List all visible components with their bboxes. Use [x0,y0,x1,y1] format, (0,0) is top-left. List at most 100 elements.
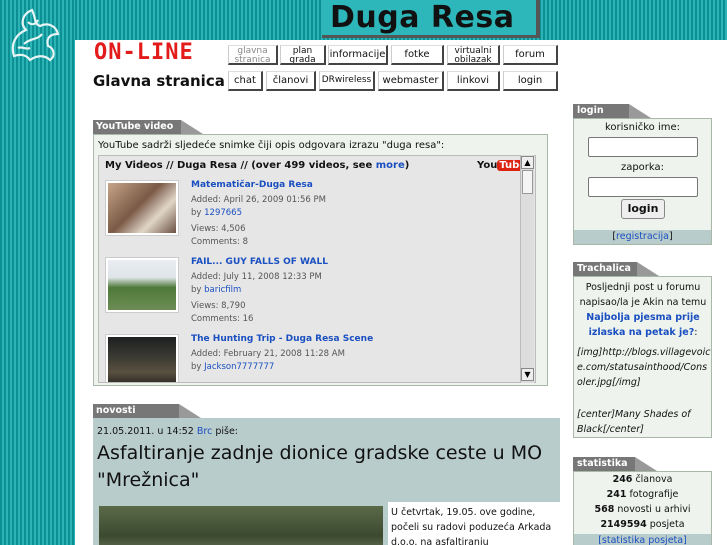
news-title[interactable]: Asfaltiranje zadnje dionice gradske cest… [97,440,552,494]
youtube-description: YouTube sadrži sljedeće snimke čiji opis… [98,140,445,151]
nav-informacije[interactable]: informacije [328,45,388,65]
stat-value: 246 [612,474,633,485]
video-title[interactable]: Matematičar-Duga Resa [191,180,313,190]
nav-fotke[interactable]: fotke [391,45,444,65]
video-added: Added: April 26, 2009 01:56 PM [191,195,326,205]
nav-chat[interactable]: chat [228,71,263,91]
news-image [99,506,383,545]
author-link[interactable]: Jackson7777777 [204,362,274,372]
trachalica-body-center: [center]Many Shades of Black[/center] [577,409,691,435]
trachalica-body-img: [img]http://blogs.villagevoice.com/statu… [577,347,711,388]
register-bar: [registracija] [574,230,711,244]
scroll-down-icon[interactable]: ▼ [521,368,534,381]
stat-photos: 241 fotografije [574,489,711,500]
trachalica-panel: Posljednji post u forumu napisao/la je A… [573,276,712,438]
statistika-tab: statistika [573,457,657,471]
video-views: Views: 8,790 [191,301,246,311]
nav-virtualni-obilazak[interactable]: virtualni obilazak [447,45,500,65]
video-item: The Hunting Trip - Duga Resa Scene Added… [99,334,519,382]
by-prefix: by [191,208,205,218]
password-input[interactable] [588,177,698,197]
nav-linkovi[interactable]: linkovi [447,71,500,91]
video-author: by Jackson7777777 [191,362,274,372]
username-label: korisničko ime: [604,122,681,133]
login-panel: korisničko ime: zaporka: login [registra… [573,118,712,245]
stat-value: 568 [594,504,615,515]
video-thumbnail[interactable] [105,180,179,236]
stat-news: 568 novosti u arhivi [574,504,711,515]
stat-value: 2149594 [600,519,647,530]
video-added: Added: February 21, 2008 11:28 AM [191,349,345,359]
youtube-panel: YouTube sadrži sljedeće snimke čiji opis… [93,134,548,386]
header-prefix: My Videos // Duga Resa // (over 499 vide… [105,160,376,171]
video-added: Added: July 11, 2008 12:33 PM [191,272,322,282]
password-label: zaporka: [620,162,665,173]
author-link[interactable]: 1297665 [204,208,242,218]
nav-label: obilazak [454,55,492,65]
news-tab: novosti [93,404,201,418]
scroll-thumb[interactable] [522,170,533,194]
stat-members: 246 članova [574,474,711,485]
video-author: by baricfilm [191,285,241,295]
nav-webmaster[interactable]: webmaster [378,71,444,91]
nav-drwireless[interactable]: DRwireless [319,71,375,91]
statistika-panel: 246 članova 241 fotografije 568 novosti … [573,471,712,545]
video-item: Matematičar-Duga Resa Added: April 26, 2… [99,180,519,256]
youtube-scrollbar[interactable]: ▲ ▼ [520,155,534,383]
login-button[interactable]: login [621,199,665,219]
video-author: by 1297665 [191,208,242,218]
video-title[interactable]: The Hunting Trip - Duga Resa Scene [191,334,373,344]
news-date: 21.05.2011. u 14:52 [97,426,194,437]
video-comments: Comments: 8 [191,237,249,247]
nav-label: grada [289,55,316,65]
stat-value: 241 [606,489,627,500]
stat-label: članova [632,474,673,485]
register-link[interactable]: registracija [616,231,669,242]
news-panel: 21.05.2011. u 14:52 Brc piše: Asfaltiran… [93,418,560,545]
trachalica-topic-link[interactable]: Najbolja pjesma prije izlaska na petak j… [586,312,699,338]
news-meta: 21.05.2011. u 14:52 Brc piše: [97,426,238,437]
register-close: ] [668,231,673,242]
video-thumbnail[interactable] [105,334,179,382]
video-thumbnail[interactable] [105,257,179,313]
news-author-link[interactable]: Brc [197,426,212,437]
stat-visits-link[interactable]: [statistika posjeta] [574,534,711,545]
by-prefix: by [191,285,205,295]
trachalica-topic: Najbolja pjesma prije izlaska na petak j… [577,310,709,340]
news-author-suffix: piše: [212,426,239,437]
stat-label: novosti u arhivi [614,504,691,515]
trachalica-intro: Posljednji post u forumu napisao/la je A… [579,282,707,308]
more-link[interactable]: more [376,160,405,171]
video-title[interactable]: FAIL... GUY FALLS OF WALL [191,257,328,267]
nav-glavna-stranica[interactable]: glavna stranica [228,45,278,65]
stat-label: posjeta [646,519,685,530]
nav-forum[interactable]: forum [503,45,558,65]
video-views: Views: 4,506 [191,224,246,234]
youtube-list-header: My Videos // Duga Resa // (over 499 vide… [105,160,409,171]
trachalica-tab: Trachalica [573,262,659,276]
online-label: ON-LINE [94,40,194,65]
nav-login[interactable]: login [503,71,558,91]
youtube-tab: YouTube video [93,120,203,134]
youtube-list: My Videos // Duga Resa // (over 499 vide… [98,155,536,383]
trachalica-topic-suffix: : [694,327,698,338]
by-prefix: by [191,362,205,372]
stat-label: fotografije [626,489,679,500]
header-suffix: ) [404,160,410,171]
scroll-up-icon[interactable]: ▲ [521,156,534,169]
news-text: U četvrtak, 19.05. ove godine, počeli su… [391,507,552,545]
nav-label: stranica [234,55,271,65]
username-input[interactable] [588,137,698,157]
video-comments: Comments: 16 [191,314,254,324]
nav-plan-grada[interactable]: plan grada [280,45,326,65]
author-link[interactable]: baricfilm [204,285,241,295]
login-tab: login [573,104,651,118]
site-title[interactable]: Duga Resa [330,0,514,35]
dragon-emblem-icon [11,8,60,62]
side-stripes [0,0,75,545]
page-heading: Glavna stranica [93,72,225,90]
youtube-logo-you: You [477,160,498,171]
nav-clanovi[interactable]: članovi [266,71,316,91]
page: { "site": { "title": "Duga Resa", "onlin… [0,0,727,545]
stat-visits: 2149594 posjeta [574,519,711,530]
